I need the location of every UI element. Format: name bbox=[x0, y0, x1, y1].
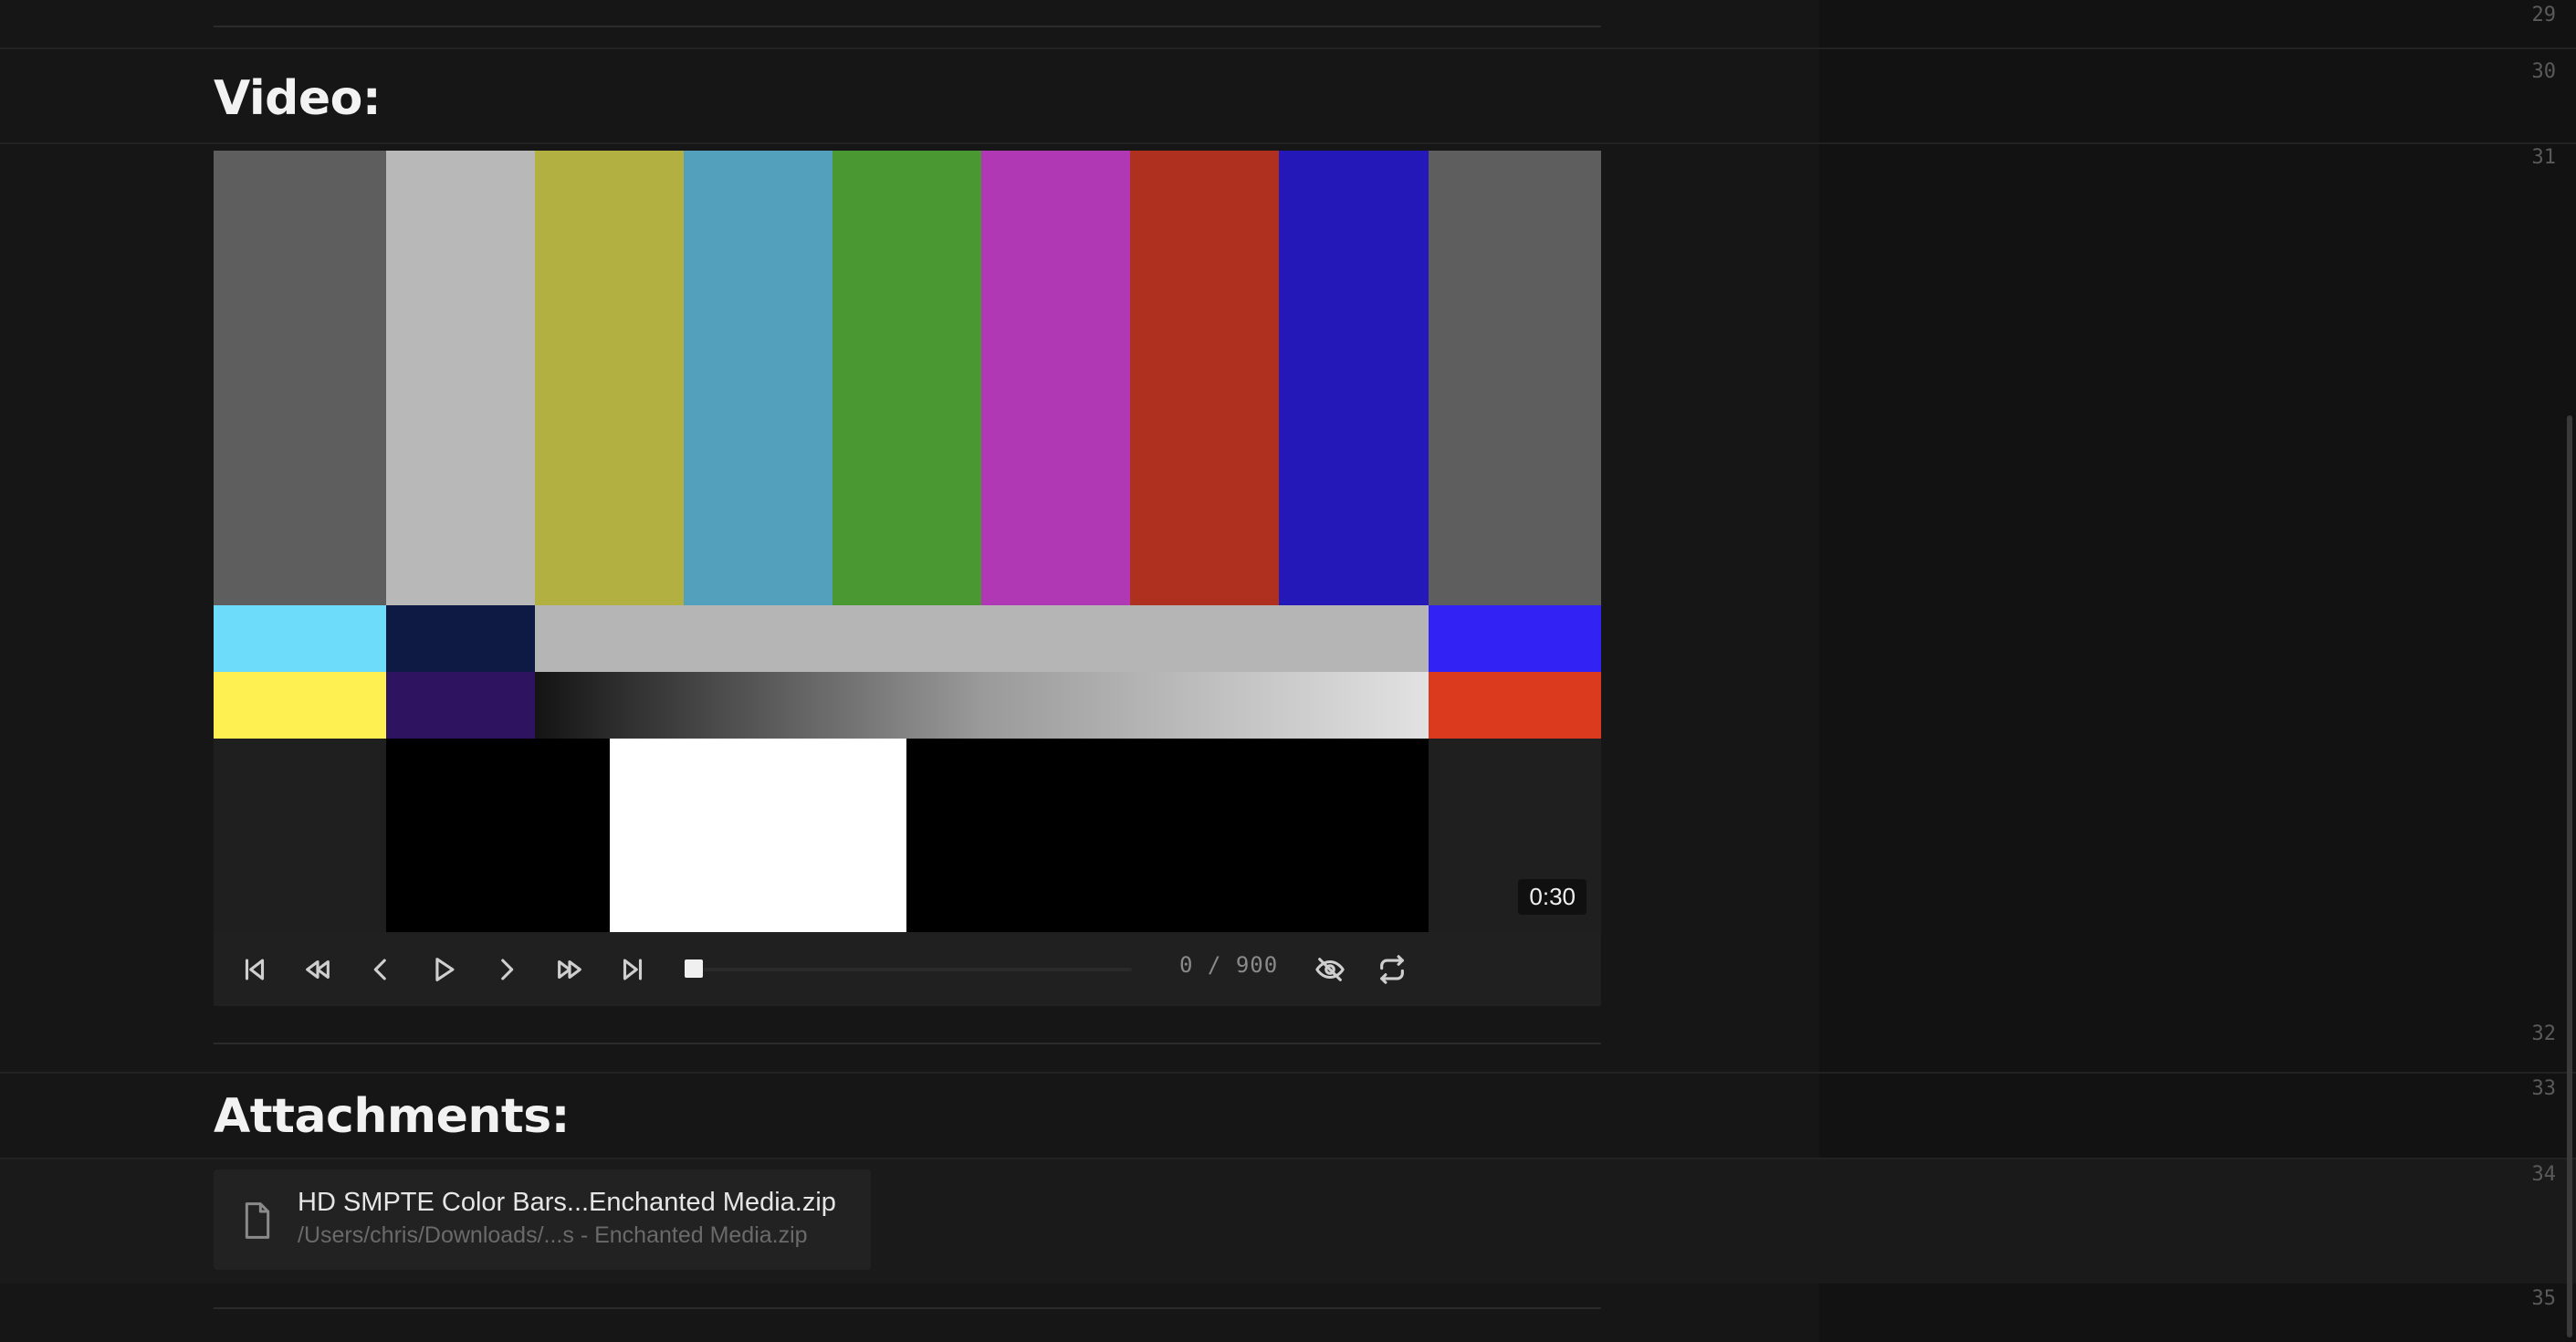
skip-to-start-icon bbox=[245, 959, 265, 980]
step-forward-icon bbox=[501, 959, 514, 980]
color-bar bbox=[1130, 151, 1279, 605]
video-frame[interactable]: 0:30 bbox=[214, 151, 1601, 932]
frame-total: 900 bbox=[1235, 952, 1279, 978]
line-number: 32 bbox=[2531, 1022, 2557, 1045]
step-back-button[interactable] bbox=[360, 949, 402, 991]
line-number: 34 bbox=[2531, 1163, 2557, 1186]
line-number: 31 bbox=[2531, 146, 2557, 169]
attachment-path: /Users/chris/Downloads/...s - Enchanted … bbox=[298, 1222, 808, 1248]
color-bar bbox=[684, 151, 832, 605]
frame-separator: / bbox=[1207, 952, 1222, 978]
navy-patch bbox=[386, 605, 535, 672]
rewind-button[interactable] bbox=[297, 949, 339, 991]
grey-patch bbox=[535, 605, 1429, 672]
editor-line-30: 30 bbox=[0, 47, 2576, 144]
black-patch bbox=[386, 739, 1429, 932]
yellow-patch bbox=[214, 672, 386, 739]
attachment-card[interactable]: HD SMPTE Color Bars...Enchanted Media.zi… bbox=[214, 1169, 871, 1270]
loop-button[interactable] bbox=[1371, 949, 1413, 991]
line-number: 30 bbox=[2531, 60, 2557, 83]
duration-badge: 0:30 bbox=[1518, 879, 1586, 915]
video-controls: 0 / 900 bbox=[214, 932, 1601, 1006]
play-button[interactable] bbox=[423, 949, 465, 991]
dark-patch-left bbox=[214, 739, 386, 932]
editor-line-32: 32 bbox=[0, 1017, 2576, 1072]
rewind-icon bbox=[306, 959, 330, 980]
eye-slash-icon bbox=[1315, 958, 1345, 981]
fast-forward-icon bbox=[558, 959, 581, 980]
progress-track[interactable] bbox=[703, 968, 1132, 971]
divider bbox=[214, 1043, 1601, 1044]
attachments-heading: Attachments: bbox=[214, 1089, 570, 1144]
scrollbar[interactable] bbox=[2567, 415, 2572, 1337]
color-bar bbox=[1429, 151, 1601, 605]
editor-line-29: 29 bbox=[0, 0, 2576, 27]
smpte-color-bars bbox=[214, 151, 1601, 932]
step-back-icon bbox=[373, 959, 386, 980]
cyan-patch bbox=[214, 605, 386, 672]
skip-to-end-button[interactable] bbox=[612, 949, 654, 991]
step-forward-button[interactable] bbox=[486, 949, 528, 991]
line-number: 35 bbox=[2531, 1287, 2557, 1310]
loop-icon bbox=[1380, 955, 1404, 984]
video-player[interactable]: 0:30 0 / 900 bbox=[214, 151, 1601, 1006]
color-bar bbox=[1279, 151, 1429, 605]
attachment-name[interactable]: HD SMPTE Color Bars...Enchanted Media.zi… bbox=[298, 1188, 836, 1218]
progress-handle[interactable] bbox=[685, 959, 703, 978]
red-patch bbox=[1429, 672, 1601, 739]
skip-to-end-icon bbox=[623, 959, 643, 980]
divider bbox=[214, 26, 1601, 27]
color-bar bbox=[214, 151, 386, 605]
toggle-visibility-button[interactable] bbox=[1309, 949, 1351, 991]
skip-to-start-button[interactable] bbox=[234, 949, 276, 991]
video-heading: Video: bbox=[214, 71, 382, 126]
line-number: 29 bbox=[2531, 4, 2557, 26]
frame-counter: 0 / 900 bbox=[1179, 952, 1278, 978]
fast-forward-button[interactable] bbox=[549, 949, 591, 991]
color-bar bbox=[386, 151, 535, 605]
white-patch bbox=[610, 739, 906, 932]
frame-current: 0 bbox=[1179, 952, 1194, 978]
color-bar bbox=[535, 151, 684, 605]
violet-patch bbox=[386, 672, 535, 739]
color-bar bbox=[981, 151, 1130, 605]
play-icon bbox=[435, 958, 455, 981]
blue-patch bbox=[1429, 605, 1601, 672]
color-bar bbox=[832, 151, 981, 605]
line-number: 33 bbox=[2531, 1077, 2557, 1100]
gradient-ramp bbox=[535, 672, 1429, 739]
editor-line-35: 35 bbox=[0, 1284, 2576, 1342]
file-icon bbox=[245, 1202, 270, 1239]
